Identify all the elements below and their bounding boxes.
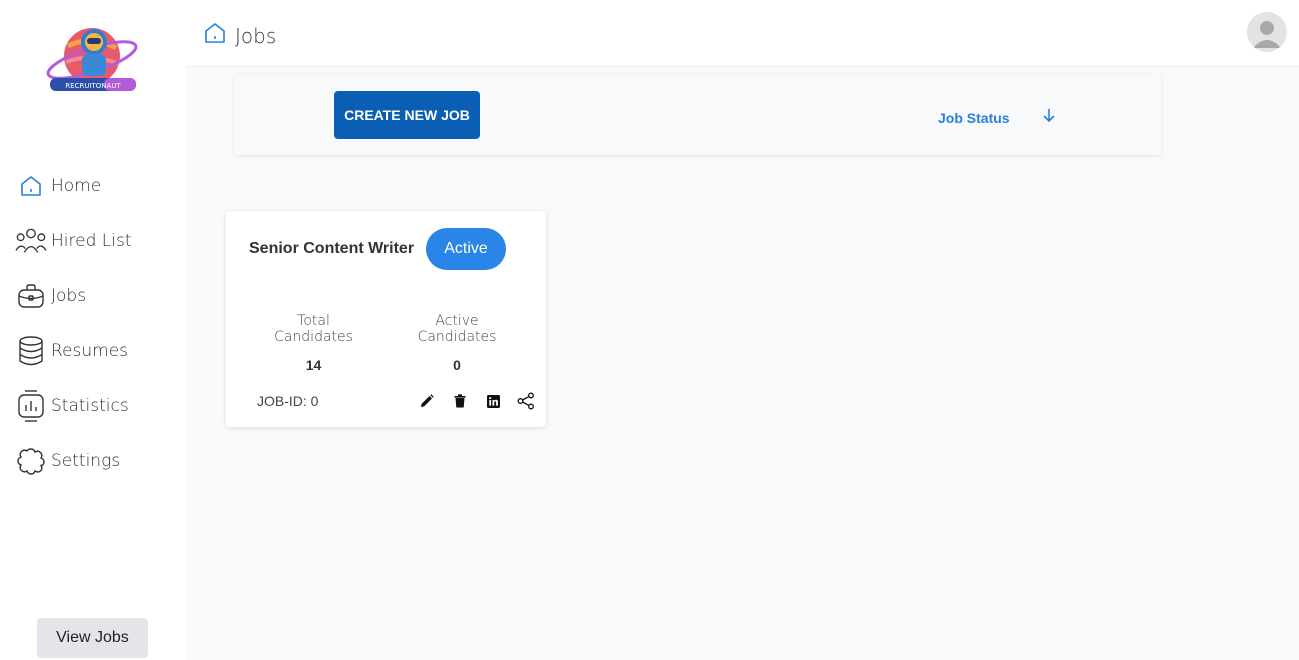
- active-candidates-label: Active Candidates: [417, 313, 497, 345]
- job-status-label: Job Status: [938, 109, 1010, 126]
- avatar[interactable]: [1247, 12, 1287, 52]
- sidebar-item-statistics[interactable]: Statistics: [0, 384, 186, 428]
- total-candidates-label: Total Candidates: [274, 313, 353, 345]
- recruitonaut-logo[interactable]: RECRUITONAUT: [44, 22, 140, 98]
- sidebar-item-label: Jobs: [51, 286, 87, 306]
- sidebar: RECRUITONAUT Home Hired List Jobs Resume…: [0, 0, 186, 660]
- job-status-sort[interactable]: Job Status: [938, 107, 1056, 128]
- delete-icon[interactable]: [450, 391, 470, 411]
- view-jobs-button[interactable]: View Jobs: [37, 618, 148, 658]
- sidebar-item-label: Home: [51, 176, 102, 196]
- job-actions: [404, 391, 536, 411]
- active-candidates-stat: Active Candidates 0: [398, 313, 516, 373]
- people-icon: [15, 225, 47, 257]
- statistics-icon: [15, 390, 47, 422]
- total-candidates-value: 14: [305, 357, 322, 373]
- settings-icon: [15, 445, 47, 477]
- sidebar-item-label: Resumes: [51, 341, 129, 361]
- create-new-job-button[interactable]: CREATE NEW JOB: [334, 91, 480, 139]
- linkedin-icon[interactable]: [483, 391, 503, 411]
- sidebar-item-jobs[interactable]: Jobs: [0, 274, 186, 318]
- database-icon: [15, 335, 47, 367]
- jobs-toolbar: CREATE NEW JOB Job Status: [234, 75, 1161, 155]
- sidebar-nav: Home Hired List Jobs Resumes Statistics: [0, 164, 186, 494]
- briefcase-icon: [15, 280, 47, 312]
- job-id: JOB-ID: 0: [257, 393, 319, 409]
- sidebar-item-label: Statistics: [51, 396, 129, 416]
- job-title: Senior Content Writer: [249, 240, 415, 257]
- sidebar-item-hired-list[interactable]: Hired List: [0, 219, 186, 263]
- user-avatar-icon: [1253, 21, 1281, 48]
- status-badge[interactable]: Active: [426, 228, 506, 270]
- sidebar-item-settings[interactable]: Settings: [0, 439, 186, 483]
- share-icon[interactable]: [516, 391, 536, 411]
- home-icon: [15, 170, 47, 202]
- edit-icon[interactable]: [417, 391, 437, 411]
- page-title: Jobs: [235, 23, 277, 48]
- top-bar: Jobs: [186, 0, 1299, 67]
- sidebar-item-label: Settings: [51, 451, 121, 471]
- active-candidates-value: 0: [453, 357, 461, 373]
- sidebar-item-home[interactable]: Home: [0, 164, 186, 208]
- arrow-down-icon: [1042, 107, 1056, 128]
- breadcrumb: Jobs: [202, 20, 276, 51]
- logo-text: RECRUITONAUT: [65, 82, 121, 90]
- home-icon: [202, 20, 228, 51]
- sidebar-item-resumes[interactable]: Resumes: [0, 329, 186, 373]
- total-candidates-stat: Total Candidates 14: [256, 313, 371, 373]
- sidebar-item-label: Hired List: [51, 231, 132, 251]
- job-card[interactable]: Senior Content Writer Active Total Candi…: [226, 211, 546, 427]
